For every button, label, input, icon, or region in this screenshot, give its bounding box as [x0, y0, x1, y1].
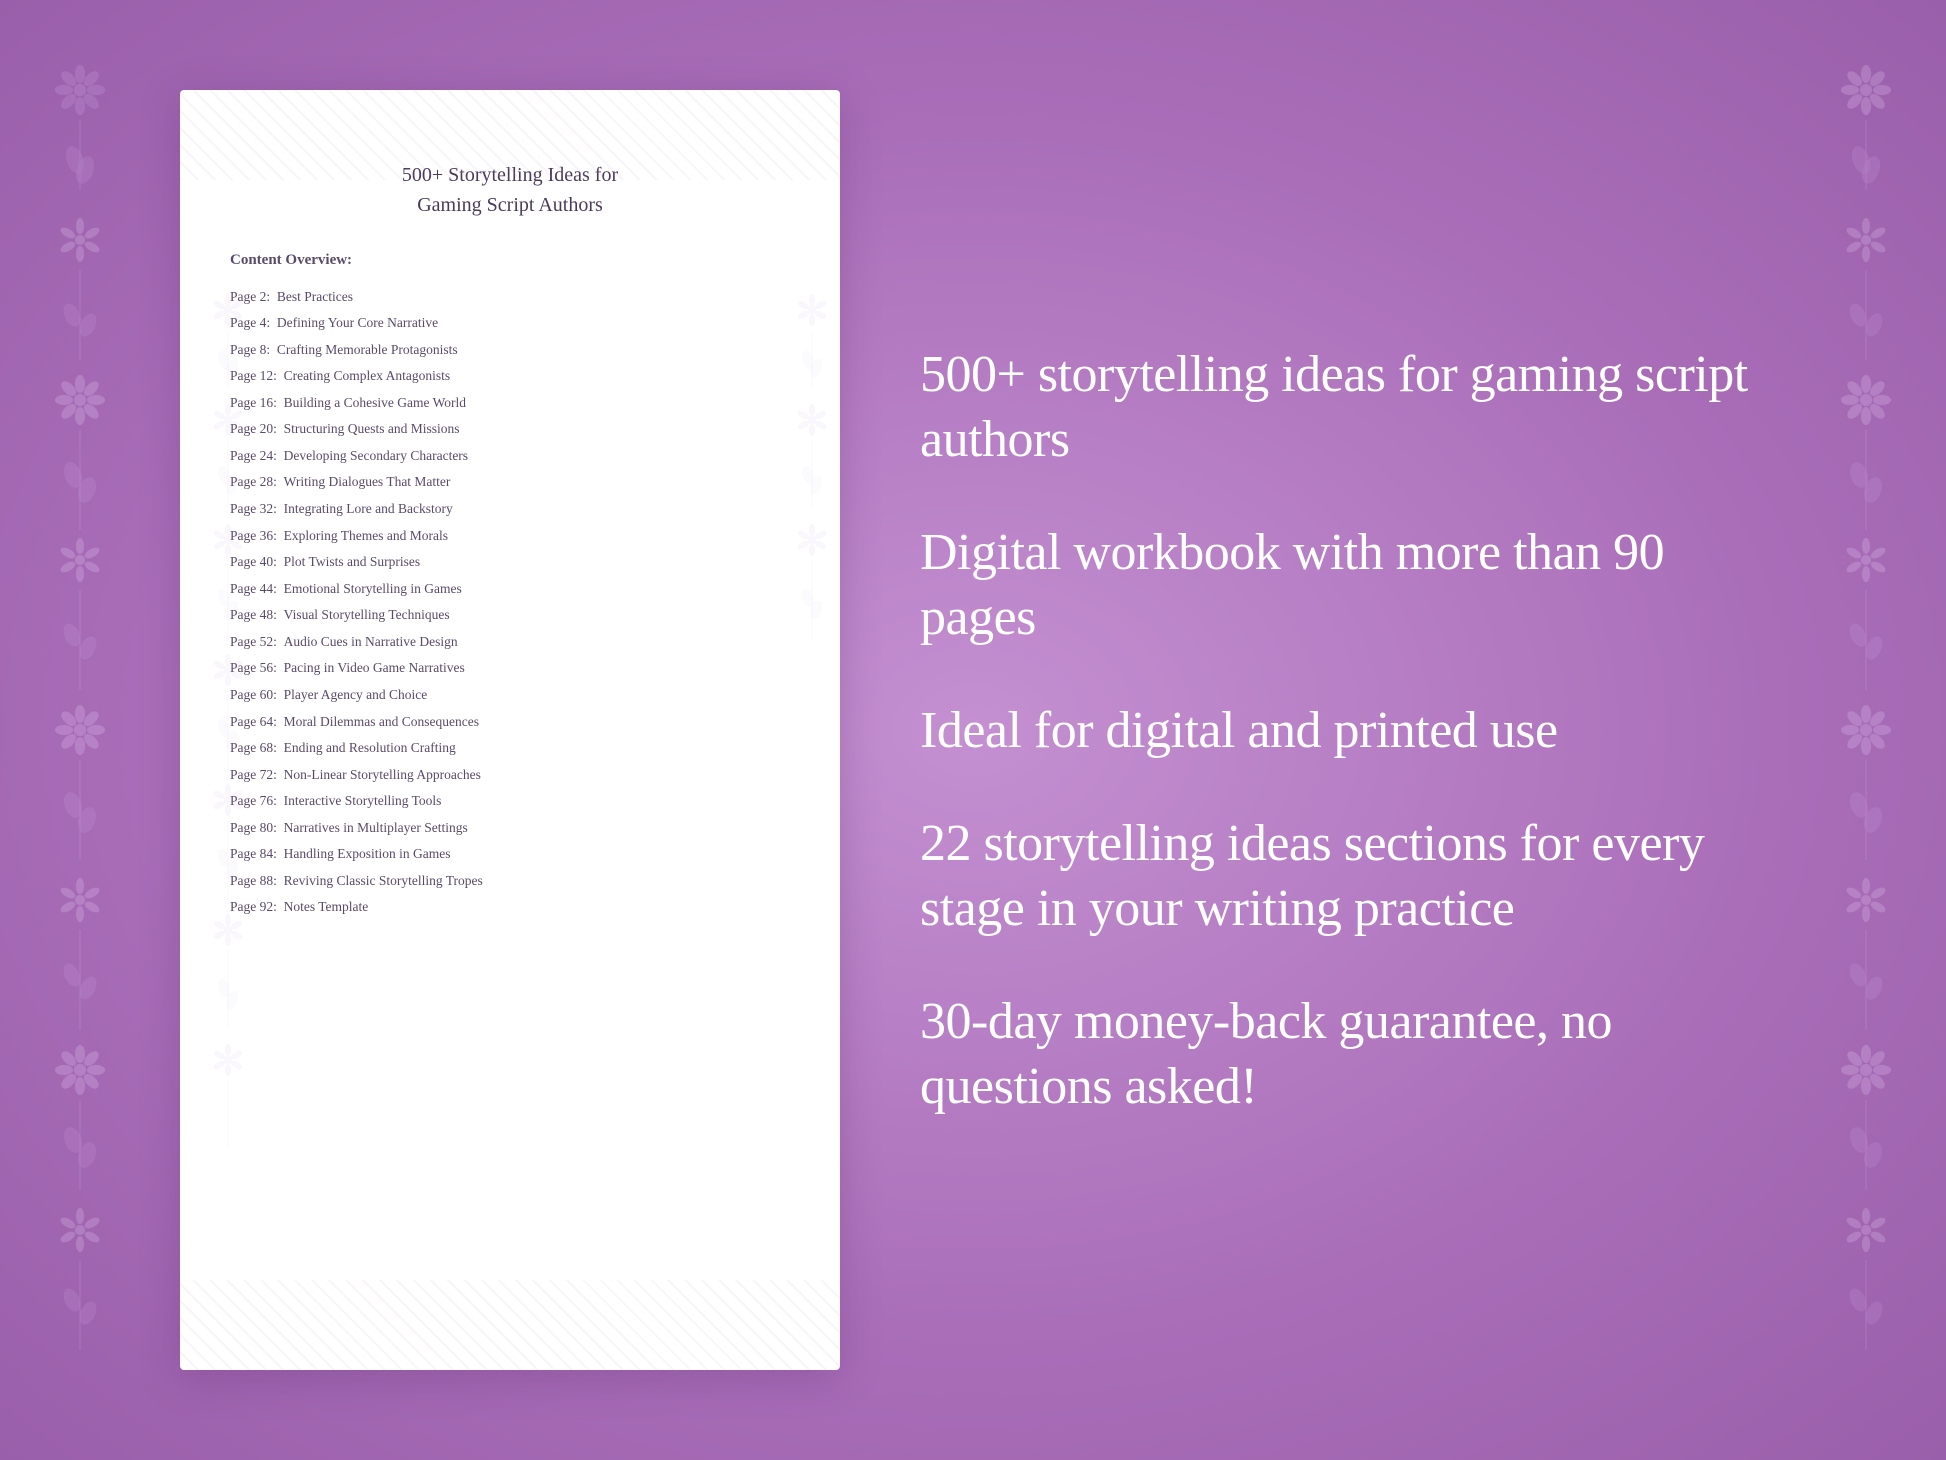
doc-left-decoration — [188, 280, 248, 1180]
toc-item: Page 84: Handling Exposition in Games — [230, 841, 790, 868]
main-content: 500+ Storytelling Ideas for Gaming Scrip… — [0, 0, 1946, 1460]
toc-topic: Interactive Storytelling Tools — [284, 793, 442, 808]
doc-right-decoration — [772, 280, 832, 1180]
toc-item: Page 92: Notes Template — [230, 894, 790, 921]
feature-5: 30-day money-back guarantee, no question… — [920, 989, 1766, 1119]
toc-topic: Creating Complex Antagonists — [284, 368, 451, 383]
table-of-contents: Page 2: Best PracticesPage 4: Defining Y… — [230, 283, 790, 921]
toc-topic: Writing Dialogues That Matter — [284, 474, 451, 489]
toc-topic: Building a Cohesive Game World — [284, 395, 466, 410]
toc-item: Page 44: Emotional Storytelling in Games — [230, 575, 790, 602]
toc-topic: Handling Exposition in Games — [284, 846, 451, 861]
toc-topic: Emotional Storytelling in Games — [284, 581, 462, 596]
toc-item: Page 88: Reviving Classic Storytelling T… — [230, 867, 790, 894]
toc-topic: Best Practices — [277, 289, 353, 304]
toc-item: Page 40: Plot Twists and Surprises — [230, 549, 790, 576]
toc-topic: Pacing in Video Game Narratives — [284, 660, 465, 675]
toc-item: Page 8: Crafting Memorable Protagonists — [230, 336, 790, 363]
toc-item: Page 32: Integrating Lore and Backstory — [230, 496, 790, 523]
feature-4-text: 22 storytelling ideas sections for every… — [920, 811, 1766, 941]
toc-topic: Moral Dilemmas and Consequences — [284, 714, 479, 729]
toc-item: Page 2: Best Practices — [230, 283, 790, 310]
feature-1: 500+ storytelling ideas for gaming scrip… — [920, 342, 1766, 472]
toc-topic: Defining Your Core Narrative — [277, 315, 438, 330]
toc-item: Page 72: Non-Linear Storytelling Approac… — [230, 761, 790, 788]
toc-item: Page 48: Visual Storytelling Techniques — [230, 602, 790, 629]
toc-topic: Notes Template — [284, 899, 369, 914]
toc-topic: Plot Twists and Surprises — [284, 554, 420, 569]
document-title-line2: Gaming Script Authors — [417, 194, 603, 216]
toc-topic: Player Agency and Choice — [284, 687, 428, 702]
feature-3: Ideal for digital and printed use — [920, 698, 1766, 763]
toc-item: Page 68: Ending and Resolution Crafting — [230, 735, 790, 762]
toc-item: Page 24: Developing Secondary Characters — [230, 442, 790, 469]
toc-item: Page 64: Moral Dilemmas and Consequences — [230, 708, 790, 735]
toc-item: Page 56: Pacing in Video Game Narratives — [230, 655, 790, 682]
toc-topic: Ending and Resolution Crafting — [284, 740, 456, 755]
document-card: 500+ Storytelling Ideas for Gaming Scrip… — [180, 90, 840, 1370]
toc-topic: Developing Secondary Characters — [284, 448, 468, 463]
toc-item: Page 80: Narratives in Multiplayer Setti… — [230, 814, 790, 841]
features-panel: 500+ storytelling ideas for gaming scrip… — [920, 322, 1766, 1139]
feature-5-text: 30-day money-back guarantee, no question… — [920, 989, 1766, 1119]
doc-bottom-pattern — [180, 1280, 840, 1370]
toc-item: Page 4: Defining Your Core Narrative — [230, 310, 790, 337]
toc-item: Page 20: Structuring Quests and Missions — [230, 416, 790, 443]
toc-item: Page 12: Creating Complex Antagonists — [230, 363, 790, 390]
feature-2-text: Digital workbook with more than 90 pages — [920, 520, 1766, 650]
toc-item: Page 16: Building a Cohesive Game World — [230, 389, 790, 416]
toc-topic: Audio Cues in Narrative Design — [284, 634, 458, 649]
feature-3-text: Ideal for digital and printed use — [920, 698, 1766, 763]
toc-item: Page 28: Writing Dialogues That Matter — [230, 469, 790, 496]
toc-topic: Crafting Memorable Protagonists — [277, 342, 458, 357]
feature-2: Digital workbook with more than 90 pages — [920, 520, 1766, 650]
toc-topic: Integrating Lore and Backstory — [284, 501, 453, 516]
doc-top-pattern — [180, 90, 840, 180]
toc-topic: Visual Storytelling Techniques — [284, 607, 450, 622]
toc-topic: Reviving Classic Storytelling Tropes — [284, 873, 483, 888]
toc-item: Page 60: Player Agency and Choice — [230, 681, 790, 708]
content-overview-label: Content Overview: — [230, 252, 790, 269]
toc-item: Page 76: Interactive Storytelling Tools — [230, 788, 790, 815]
toc-topic: Non-Linear Storytelling Approaches — [284, 767, 481, 782]
feature-1-text: 500+ storytelling ideas for gaming scrip… — [920, 342, 1766, 472]
feature-4: 22 storytelling ideas sections for every… — [920, 811, 1766, 941]
toc-topic: Narratives in Multiplayer Settings — [284, 820, 468, 835]
toc-topic: Structuring Quests and Missions — [284, 421, 460, 436]
toc-topic: Exploring Themes and Morals — [284, 528, 448, 543]
toc-item: Page 36: Exploring Themes and Morals — [230, 522, 790, 549]
toc-item: Page 52: Audio Cues in Narrative Design — [230, 628, 790, 655]
